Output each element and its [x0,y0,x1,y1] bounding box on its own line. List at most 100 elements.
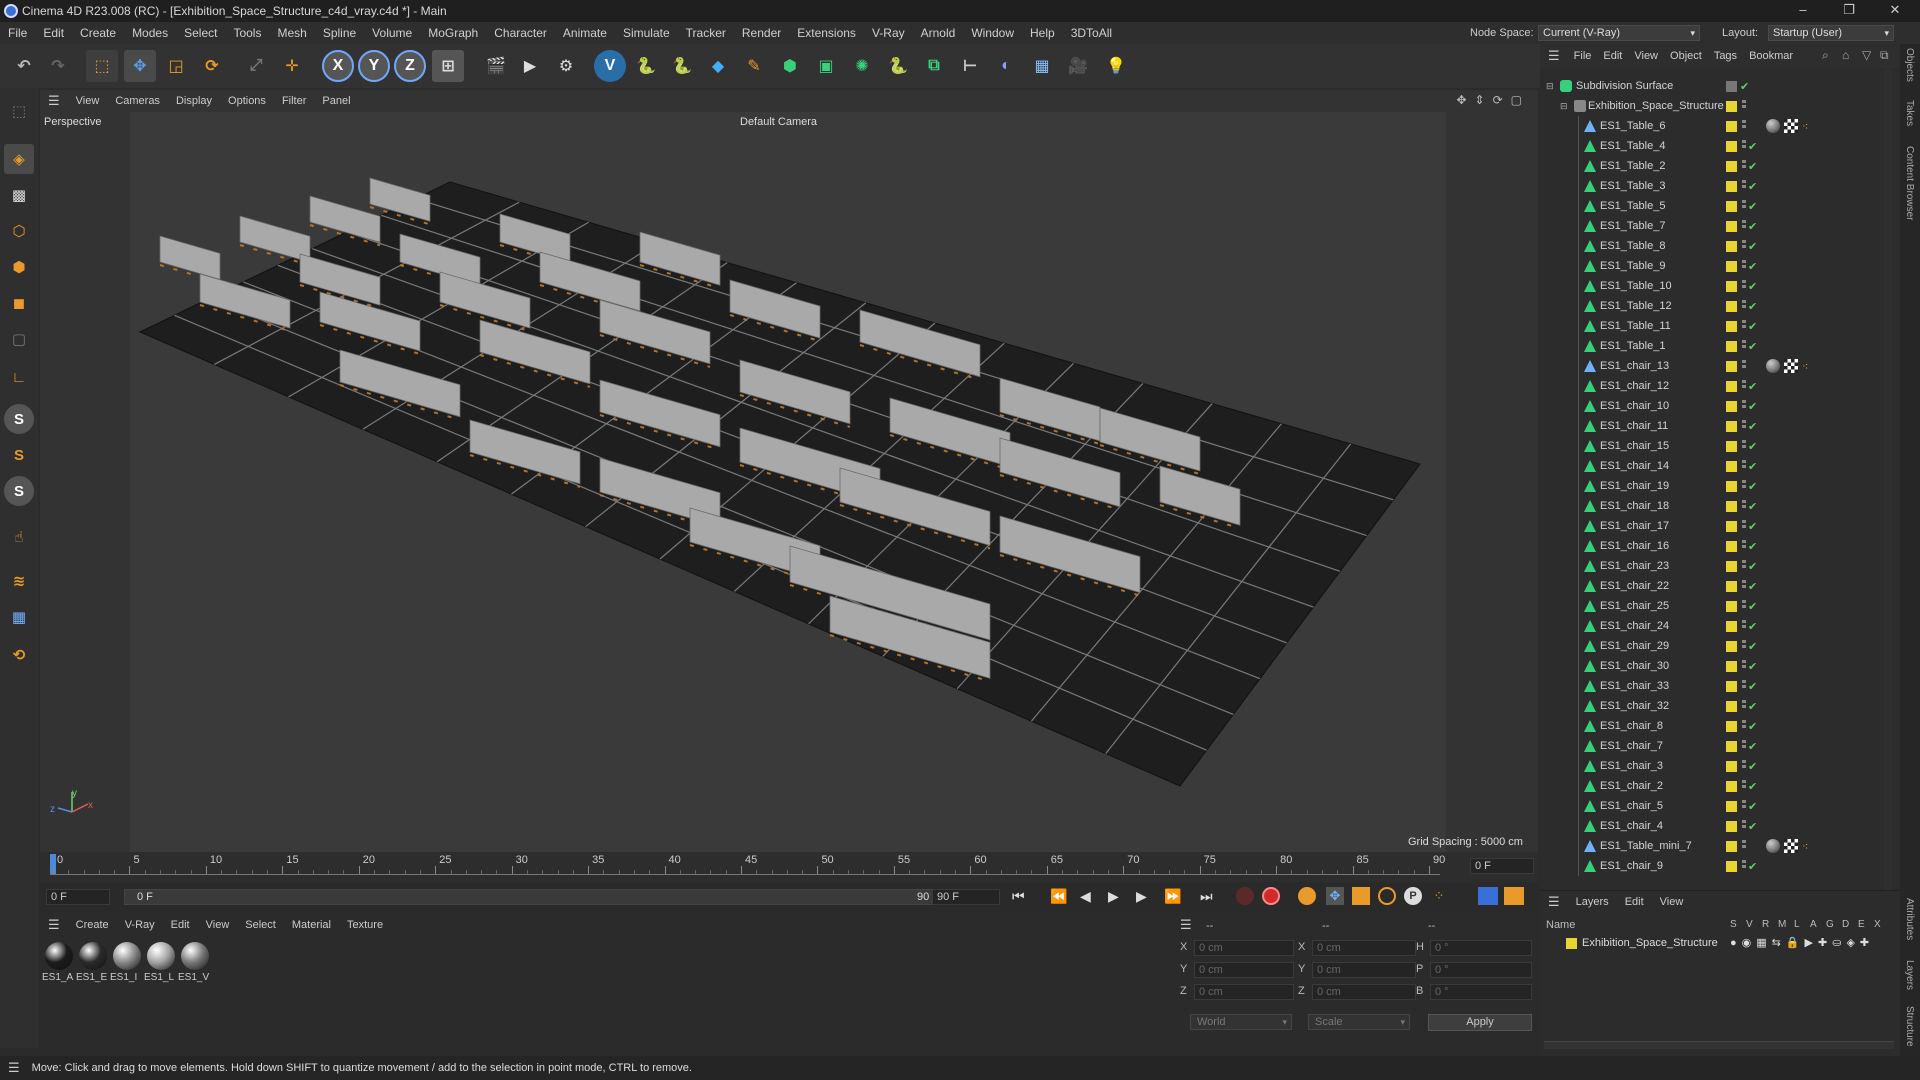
tag-dots-icon[interactable]: ⁖ [1802,840,1808,853]
checker-tag-icon[interactable] [1784,359,1798,373]
visibility-dots-icon[interactable] [1742,620,1746,632]
side-tab-content-browser[interactable]: Content Browser [1904,146,1915,220]
object-row[interactable]: ES1_Table_8 ✔ [1540,236,1880,256]
home-icon[interactable]: ⌂ [1842,48,1849,62]
z-axis-lock-icon[interactable]: Z [394,50,426,82]
visibility-dots-icon[interactable] [1742,340,1746,352]
visibility-dots-icon[interactable] [1742,520,1746,532]
visibility-dots-icon[interactable] [1742,660,1746,672]
key-param-icon[interactable]: P [1404,887,1422,905]
layer-color-swatch[interactable] [1726,700,1737,712]
visibility-dots-icon[interactable] [1742,700,1746,712]
layer-row[interactable]: Exhibition_Space_Structure ●◉▦⇆🔒▶✚⛀◈✚ [1540,935,1900,953]
layer-color-swatch[interactable] [1726,720,1737,732]
layer-color-swatch[interactable] [1726,220,1737,232]
maximize-button[interactable]: ❐ [1828,0,1870,22]
object-row[interactable]: ES1_chair_2 ✔ [1540,776,1880,796]
layer-column-x[interactable]: X [1874,919,1881,930]
hamburger-icon[interactable]: ☰ [1180,917,1192,933]
menu-3dtoall[interactable]: 3DToAll [1063,26,1120,40]
material-item[interactable]: ES1_V [178,942,212,983]
collapse-icon[interactable]: ⊟ [1546,81,1554,92]
render-view-icon[interactable]: ▶ [514,50,546,82]
menu-help[interactable]: Help [1022,26,1063,40]
tag-dots-icon[interactable]: ⁖ [1802,360,1808,373]
subdivision-icon[interactable]: ⬢ [774,50,806,82]
side-tab-attributes[interactable]: Attributes [1904,898,1915,940]
object-row[interactable]: ES1_Table_11 ✔ [1540,316,1880,336]
visibility-dots-icon[interactable] [1742,640,1746,652]
visibility-dots-icon[interactable] [1742,840,1746,852]
measure-icon[interactable]: ⊢ [954,50,986,82]
enabled-check-icon[interactable]: ✔ [1748,700,1757,713]
3d-viewport[interactable]: Perspective Default Camera Grid Spacing … [40,112,1538,852]
visibility-dots-icon[interactable] [1742,720,1746,732]
end-frame-field[interactable]: 90 F [932,889,1000,905]
layer-column-m[interactable]: M [1778,919,1786,930]
visibility-dots-icon[interactable] [1742,680,1746,692]
uv-mode-icon[interactable]: ▢ [4,324,34,354]
visibility-dots-icon[interactable] [1742,160,1746,172]
layer-color-swatch[interactable] [1726,340,1737,352]
hamburger-icon[interactable]: ☰ [1540,894,1568,910]
layer-color-swatch[interactable] [1726,480,1737,492]
object-row-root[interactable]: ⊟ Subdivision Surface ✔ [1540,76,1880,96]
point-mode-icon[interactable]: ⬡ [4,216,34,246]
layer-color-swatch[interactable] [1726,620,1737,632]
enabled-check-icon[interactable]: ✔ [1748,220,1757,233]
grid-icon[interactable]: ▦ [4,602,34,632]
hamburger-icon[interactable]: ☰ [40,917,68,933]
cube-icon[interactable]: ◆ [702,50,734,82]
menu-edit[interactable]: Edit [35,26,72,40]
menu-window[interactable]: Window [963,26,1022,40]
polygon-mode-icon[interactable]: ◼ [4,288,34,318]
viewport-menu-panel[interactable]: Panel [314,95,358,107]
enabled-check-icon[interactable]: ✔ [1748,200,1757,213]
layer-color-swatch[interactable] [1726,160,1737,172]
dope-sheet-icon[interactable] [1504,887,1524,905]
visibility-dots-icon[interactable] [1742,820,1746,832]
visibility-dots-icon[interactable] [1742,380,1746,392]
layer-color-swatch[interactable] [1726,140,1737,152]
enabled-check-icon[interactable]: ✔ [1748,460,1757,473]
viewport-menu-cameras[interactable]: Cameras [107,95,168,107]
menu-tracker[interactable]: Tracker [678,26,734,40]
object-row[interactable]: ES1_chair_13 ⁖ [1540,356,1880,376]
rotation-field[interactable]: 0 ° [1430,962,1532,978]
material-menu-v-ray[interactable]: V-Ray [117,919,163,931]
hamburger-icon[interactable]: ☰ [40,93,68,109]
filter-icon[interactable]: ▽ [1862,48,1871,62]
layer-color-swatch[interactable] [1726,200,1737,212]
object-row[interactable]: ES1_chair_17 ✔ [1540,516,1880,536]
go-to-end-icon[interactable]: ⏭ [1200,888,1213,905]
hamburger-icon[interactable]: ☰ [1540,48,1568,64]
object-scrollbar[interactable] [1884,70,1892,890]
vray-icon[interactable]: V [594,50,626,82]
object-row[interactable]: ES1_chair_23 ✔ [1540,556,1880,576]
material-item[interactable]: ES1_A [42,942,76,983]
camera-label[interactable]: Default Camera [740,116,817,128]
collapse-icon[interactable]: ⊟ [1560,101,1568,112]
object-menu-bookmar[interactable]: Bookmar [1743,50,1799,62]
layer-menu-edit[interactable]: Edit [1617,896,1652,908]
enabled-check-icon[interactable]: ✔ [1748,820,1757,833]
side-tab-takes[interactable]: Takes [1904,100,1915,126]
object-row[interactable]: ES1_chair_9 ✔ [1540,856,1880,876]
record-active-icon[interactable] [1236,887,1254,905]
enabled-check-icon[interactable]: ✔ [1748,440,1757,453]
layer-column-l[interactable]: L [1794,919,1800,930]
layout-dropdown[interactable]: Startup (User) ▾ [1768,25,1894,41]
axis-mode-icon[interactable]: ∟ [4,362,34,392]
layer-color-swatch[interactable] [1726,780,1737,792]
menu-volume[interactable]: Volume [364,26,420,40]
object-menu-view[interactable]: View [1628,50,1664,62]
sculpt-icon[interactable]: ◐ [990,50,1022,82]
layer-column-s[interactable]: S [1730,919,1737,930]
layer-color-swatch[interactable] [1726,460,1737,472]
scale-tool-icon[interactable]: ◲ [160,50,192,82]
layer-column-d[interactable]: D [1842,919,1849,930]
layer-color-swatch[interactable] [1726,760,1737,772]
snap-settings-icon[interactable]: S [4,440,34,470]
object-row[interactable]: ES1_chair_4 ✔ [1540,816,1880,836]
minimize-button[interactable]: – [1782,0,1824,22]
